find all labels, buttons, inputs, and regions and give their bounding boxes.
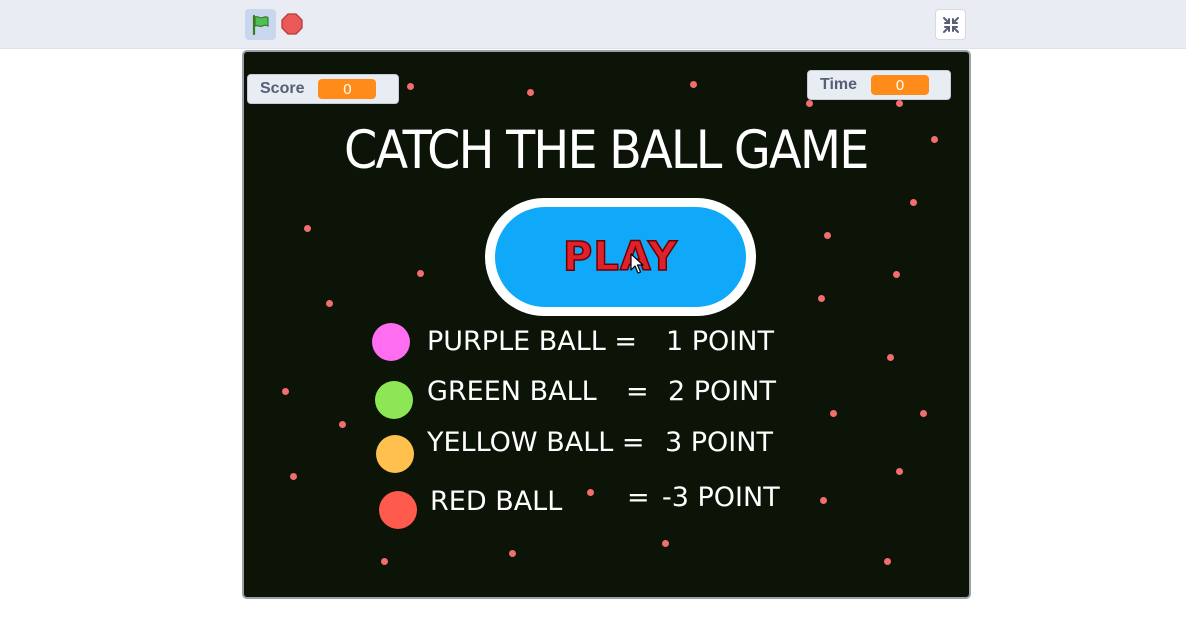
green-flag-button[interactable]: [245, 9, 276, 40]
dot: [820, 497, 827, 504]
stop-icon: [281, 13, 303, 35]
dot: [339, 421, 346, 428]
dot: [920, 410, 927, 417]
dot: [824, 232, 831, 239]
dot: [818, 295, 825, 302]
dot: [282, 388, 289, 395]
dot: [931, 136, 938, 143]
green-ball-icon: [375, 381, 413, 419]
exit-fullscreen-button[interactable]: [935, 9, 966, 40]
dot: [527, 89, 534, 96]
red-ball-points: -3 POINT: [662, 482, 780, 513]
time-monitor: Time 0: [807, 70, 951, 100]
dot: [407, 83, 414, 90]
exit-fullscreen-icon: [942, 16, 959, 33]
dot: [417, 270, 424, 277]
red-ball-equals: =: [627, 482, 650, 513]
dot: [893, 271, 900, 278]
dot: [509, 550, 516, 557]
green-ball-points: 2 POINT: [668, 376, 776, 407]
green-ball-equals: =: [626, 376, 649, 407]
dot: [896, 468, 903, 475]
dot: [830, 410, 837, 417]
score-monitor: Score 0: [247, 74, 399, 104]
dot: [690, 81, 697, 88]
play-button-label: PLAY: [562, 233, 678, 281]
purple-ball-icon: [372, 323, 410, 361]
dot: [587, 489, 594, 496]
yellow-ball-points: 3 POINT: [665, 427, 773, 458]
green-flag-icon: [252, 14, 269, 35]
yellow-ball-label: YELLOW BALL =: [427, 427, 645, 458]
game-stage[interactable]: Score 0 Time 0 CATCH THE BALL GAME PLAY …: [242, 50, 971, 599]
score-value: 0: [318, 79, 377, 99]
yellow-ball-icon: [376, 435, 414, 473]
time-value: 0: [871, 75, 930, 95]
dot: [662, 540, 669, 547]
purple-ball-label: PURPLE BALL =: [427, 326, 638, 357]
dot: [884, 558, 891, 565]
score-label: Score: [260, 80, 305, 97]
red-ball-label: RED BALL: [430, 486, 563, 517]
stop-button[interactable]: [280, 12, 304, 36]
dot: [806, 100, 813, 107]
red-ball-icon: [379, 491, 417, 529]
dot: [887, 354, 894, 361]
dot: [910, 199, 917, 206]
purple-ball-points: 1 POINT: [666, 326, 774, 357]
dot: [326, 300, 333, 307]
dot: [290, 473, 297, 480]
stage-header: [0, 0, 1186, 49]
dot: [381, 558, 388, 565]
game-title: CATCH THE BALL GAME: [343, 120, 869, 181]
mouse-cursor-icon: [630, 253, 644, 274]
dot: [896, 100, 903, 107]
green-ball-label: GREEN BALL: [427, 376, 597, 407]
play-button[interactable]: PLAY: [485, 198, 756, 316]
time-label: Time: [820, 76, 858, 93]
dot: [304, 225, 311, 232]
play-button-face[interactable]: PLAY: [495, 207, 746, 307]
